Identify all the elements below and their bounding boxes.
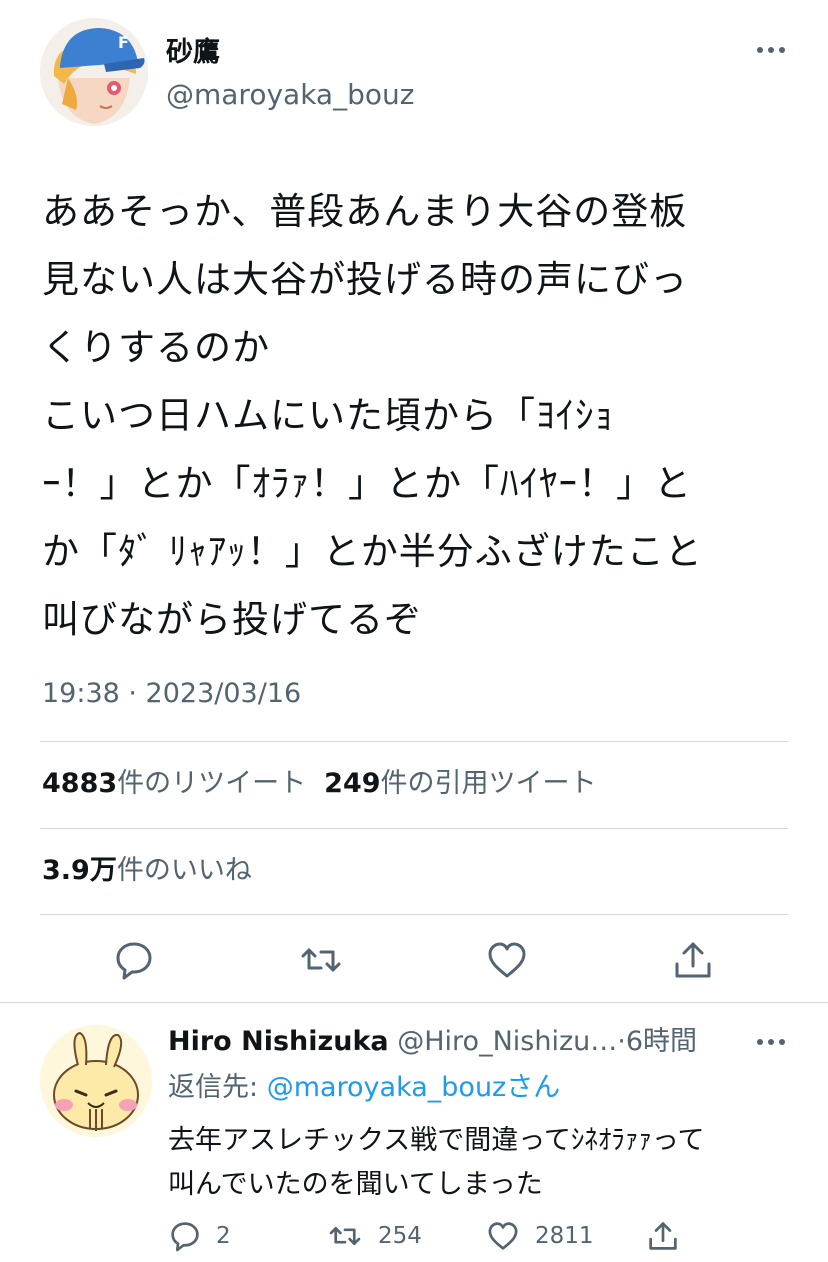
retweet-icon[interactable]	[299, 938, 343, 982]
reply-reply-count: 2	[216, 1223, 231, 1249]
reply-reply-action[interactable]: 2	[168, 1218, 231, 1254]
reply-like-count: 2811	[535, 1223, 594, 1249]
reply-retweet-action[interactable]: 254	[326, 1218, 422, 1254]
reply-header: Hiro Nishizuka @Hiro_Nishizu…·6時間	[168, 1024, 697, 1060]
divider	[40, 914, 788, 915]
reply-to-handle[interactable]: @maroyaka_bouz	[267, 1072, 507, 1103]
reply-more-icon[interactable]	[754, 1032, 788, 1052]
likes-label[interactable]: 件のいいね	[117, 855, 252, 886]
author-avatar-image: F	[40, 18, 148, 126]
author-avatar[interactable]: F	[40, 18, 148, 126]
retweet-stats-row: 4883件のリツイート 249件の引用ツイート	[42, 766, 615, 802]
retweets-label[interactable]: 件のリツイート	[117, 768, 306, 799]
reply-reply-icon[interactable]	[168, 1219, 202, 1253]
reply-like-icon[interactable]	[485, 1219, 521, 1253]
reply-share-icon[interactable]	[646, 1219, 680, 1253]
reply-avatar-image	[40, 1025, 152, 1137]
reply-retweet-count: 254	[378, 1223, 422, 1249]
reply-retweet-icon[interactable]	[326, 1219, 364, 1253]
divider	[40, 828, 788, 829]
reply-author-avatar[interactable]	[40, 1025, 152, 1137]
tweet-text: ああそっか、普段あんまり大谷の登板 見ない人は大谷が投げる時の声にびっ くりする…	[42, 190, 703, 641]
author-handle[interactable]: @maroyaka_bouz	[166, 78, 414, 112]
divider	[40, 741, 788, 742]
reply-text: 去年アスレチックス戦で間違ってｼﾈｵﾗｧｧって 叫んでいたのを聞いてしまった	[168, 1125, 705, 1200]
likes-count[interactable]: 3.9万	[42, 855, 117, 886]
share-icon[interactable]	[671, 938, 715, 982]
svg-text:F: F	[118, 33, 129, 52]
more-icon[interactable]	[754, 40, 788, 60]
reply-like-action[interactable]: 2811	[485, 1218, 594, 1254]
quotes-label[interactable]: 件の引用ツイート	[381, 768, 597, 799]
reply-separator: ·	[617, 1026, 626, 1057]
reply-share-action[interactable]	[646, 1218, 694, 1254]
quotes-count[interactable]: 249	[324, 768, 380, 799]
author-name[interactable]: 砂鷹	[166, 36, 220, 70]
reply-icon[interactable]	[112, 938, 156, 982]
reply-to-line: 返信先: @maroyaka_bouzさん	[168, 1070, 560, 1106]
reply-author-handle[interactable]: @Hiro_Nishizu…	[397, 1026, 617, 1057]
reply-time[interactable]: 6時間	[626, 1026, 697, 1057]
section-divider	[0, 1002, 828, 1003]
reply-author-name[interactable]: Hiro Nishizuka	[168, 1026, 389, 1057]
like-icon[interactable]	[485, 938, 529, 982]
reply-to-prefix: 返信先:	[168, 1072, 267, 1103]
reply-to-suffix: さん	[506, 1072, 561, 1103]
retweets-count[interactable]: 4883	[42, 768, 117, 799]
likes-stats-row: 3.9万件のいいね	[42, 853, 270, 889]
tweet-timestamp[interactable]: 19:38 · 2023/03/16	[42, 676, 301, 712]
